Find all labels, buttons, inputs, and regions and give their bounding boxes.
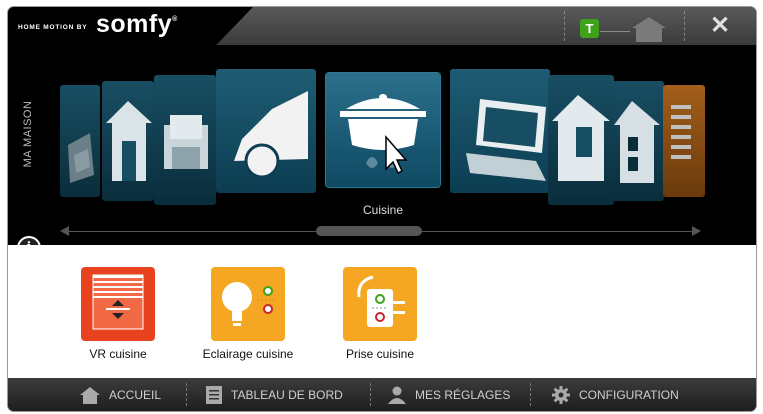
room-tile-cuisine[interactable] bbox=[326, 73, 440, 187]
nav-configuration[interactable]: CONFIGURATION bbox=[552, 378, 679, 411]
room-tile-living[interactable] bbox=[154, 75, 216, 205]
home-icon[interactable] bbox=[631, 16, 667, 42]
room-tile-garage[interactable] bbox=[60, 85, 100, 197]
blind-icon bbox=[671, 105, 691, 159]
house-window-icon bbox=[614, 101, 660, 183]
house-icon bbox=[106, 101, 152, 181]
device-vr-cuisine[interactable]: VR cuisine bbox=[58, 267, 178, 361]
device-eclairage-cuisine[interactable]: Eclairage cuisine bbox=[188, 267, 308, 361]
light-bulb-icon bbox=[211, 267, 285, 341]
laptop-icon bbox=[466, 99, 546, 181]
home-icon bbox=[80, 386, 100, 404]
connector-line bbox=[600, 31, 630, 32]
logo-text: somfy bbox=[96, 10, 173, 38]
gear-icon bbox=[552, 385, 570, 404]
ma-maison-label: MA MAISON bbox=[18, 93, 38, 183]
scroll-left-icon[interactable] bbox=[60, 226, 69, 236]
car-icon bbox=[234, 91, 308, 179]
nav-label: CONFIGURATION bbox=[579, 387, 679, 402]
nav-label: ACCUEIL bbox=[109, 387, 162, 402]
titlebar-divider bbox=[684, 11, 686, 41]
title-bar: HOME MOTION BY somfy® T ✕ bbox=[8, 7, 756, 45]
garage-icon bbox=[68, 133, 94, 183]
nav-mes-reglages[interactable]: MES RÉGLAGES bbox=[388, 378, 510, 411]
nav-divider bbox=[530, 383, 531, 406]
room-tile-bedroom[interactable]: 0 bbox=[548, 75, 614, 205]
nav-tableau-de-bord[interactable]: TABLEAU DE BORD bbox=[206, 378, 343, 411]
scroll-right-icon[interactable] bbox=[692, 226, 701, 236]
nav-divider bbox=[186, 383, 187, 406]
nav-accueil[interactable]: ACCUEIL bbox=[80, 378, 161, 411]
selected-room-label: Cuisine bbox=[362, 203, 404, 217]
dashboard-icon bbox=[206, 385, 222, 404]
app-window: HOME MOTION BY somfy® T ✕ MA MAISON Cuis… bbox=[8, 7, 756, 411]
device-label: VR cuisine bbox=[89, 347, 147, 361]
user-badge-icon[interactable]: T bbox=[580, 19, 599, 38]
carousel-scroll-thumb[interactable] bbox=[316, 226, 422, 236]
brand-tagline: HOME MOTION BY bbox=[18, 24, 88, 31]
room-tile-blinds[interactable] bbox=[663, 85, 705, 197]
room-carousel: MA MAISON Cuisine 0 bbox=[8, 45, 756, 258]
nav-divider bbox=[370, 383, 371, 406]
user-icon bbox=[388, 386, 406, 404]
sofa-icon bbox=[164, 115, 208, 169]
room-tile-house[interactable] bbox=[102, 81, 154, 201]
brand-area: HOME MOTION BY somfy® bbox=[8, 7, 253, 45]
device-panel: VR cuisine Eclairage cuisine Prise cuisi… bbox=[8, 245, 756, 378]
bedroom-icon: 0 bbox=[552, 95, 610, 181]
device-label: Eclairage cuisine bbox=[202, 347, 294, 361]
nav-label: TABLEAU DE BORD bbox=[231, 387, 343, 402]
room-tile-office[interactable] bbox=[450, 69, 550, 193]
side-label-text: MA MAISON bbox=[22, 100, 34, 168]
room-tile-house-window[interactable] bbox=[612, 81, 664, 201]
nav-label: MES RÉGLAGES bbox=[415, 387, 511, 402]
roller-shutter-icon bbox=[81, 267, 155, 341]
plug-icon bbox=[343, 267, 417, 341]
room-tile-garage-car[interactable] bbox=[216, 69, 316, 193]
close-icon[interactable]: ✕ bbox=[708, 13, 732, 39]
registered-mark: ® bbox=[172, 16, 178, 23]
pot-icon bbox=[340, 94, 426, 175]
device-label: Prise cuisine bbox=[345, 347, 415, 361]
titlebar-divider bbox=[564, 11, 566, 41]
device-prise-cuisine[interactable]: Prise cuisine bbox=[320, 267, 440, 361]
svg-text:0: 0 bbox=[556, 127, 576, 165]
somfy-logo: somfy® bbox=[96, 10, 178, 39]
bottom-nav: ACCUEIL TABLEAU DE BORD MES RÉGLAGES CON… bbox=[8, 378, 756, 411]
